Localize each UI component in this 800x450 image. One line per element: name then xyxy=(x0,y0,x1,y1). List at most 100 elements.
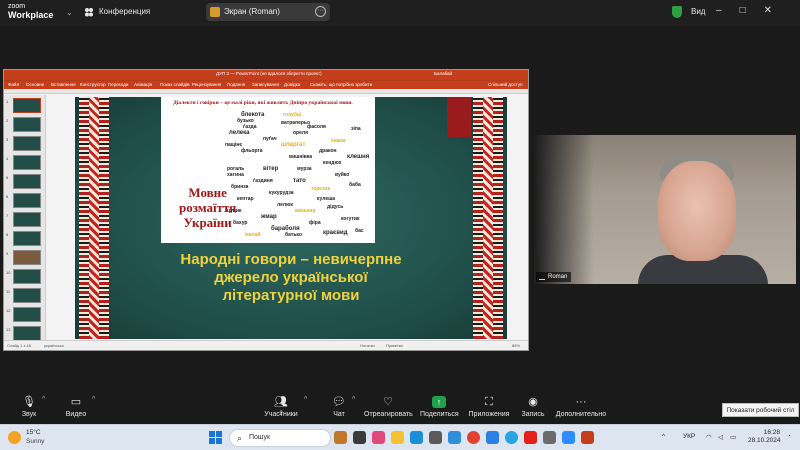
slide-thumbnail[interactable] xyxy=(13,250,41,265)
keyboard-language[interactable]: УКР xyxy=(683,433,695,440)
wifi-icon[interactable]: ◠ xyxy=(706,433,712,441)
system-clock[interactable]: 16:28 28.10.2024 xyxy=(748,429,781,445)
ppt-menu-item[interactable]: Переходи xyxy=(108,82,128,87)
chevron-down-icon[interactable]: ⌄ xyxy=(66,8,73,17)
zoom-taskbar-icon[interactable] xyxy=(562,431,575,444)
word-cloud-word: тато xyxy=(293,178,306,184)
colorful-app-icon[interactable] xyxy=(334,431,347,444)
video-button[interactable]: ▭ Видео xyxy=(63,396,89,418)
notification-bell-icon[interactable]: ◔ xyxy=(787,433,791,440)
sun-icon[interactable] xyxy=(8,431,21,444)
more-button[interactable]: ··· Дополнительно xyxy=(555,396,607,418)
chat-options-caret[interactable]: ^ xyxy=(352,396,355,403)
view-button[interactable]: Вид xyxy=(691,7,705,16)
participants-options-caret[interactable]: ^ xyxy=(304,396,307,403)
ppt-menu-item[interactable]: Показ слайдів xyxy=(160,82,189,87)
store-icon[interactable] xyxy=(429,431,442,444)
word-cloud-word: лелека xyxy=(229,130,250,136)
record-button[interactable]: ◉ Запись xyxy=(520,396,546,418)
ppt-menu-item[interactable]: Файл xyxy=(8,82,19,87)
youtube-icon[interactable] xyxy=(524,431,537,444)
slide-title-line1: Народні говори – невичерпне xyxy=(180,251,402,268)
participant-face xyxy=(658,161,736,261)
share-button[interactable]: ↑ Поделиться xyxy=(420,396,459,418)
telegram-icon[interactable] xyxy=(505,431,518,444)
word-cloud-word: ґаздиня xyxy=(253,178,273,184)
copilot-icon[interactable] xyxy=(372,431,385,444)
react-button[interactable]: ♡ Отреагировать xyxy=(364,396,413,418)
ppt-menu-item[interactable]: Вставлення xyxy=(51,82,76,87)
ppt-menu-item[interactable]: Рецензування xyxy=(192,82,221,87)
mail-icon[interactable] xyxy=(448,431,461,444)
audio-button[interactable]: 🎙︎ Звук xyxy=(18,396,40,418)
task-view-icon[interactable] xyxy=(353,431,366,444)
status-notes[interactable]: Нотатки xyxy=(360,343,375,348)
chat-button[interactable]: 💬︎ Чат xyxy=(330,396,348,418)
slide-thumbnail[interactable] xyxy=(13,117,41,132)
ppt-menu-item[interactable]: Довідка xyxy=(284,82,300,87)
slide-thumbnail[interactable] xyxy=(13,174,41,189)
audio-label: Звук xyxy=(21,411,37,418)
slide-thumbnail[interactable] xyxy=(13,231,41,246)
thumbnail-number: 1 xyxy=(6,99,9,104)
battery-icon[interactable]: ▭ xyxy=(730,433,736,441)
weather-temperature[interactable]: 15°C xyxy=(26,429,41,436)
participants-button[interactable]: 👥︎2 Участники xyxy=(262,396,300,418)
slide-thumbnail[interactable] xyxy=(13,136,41,151)
powerpoint-taskbar-icon[interactable] xyxy=(581,431,594,444)
word-cloud-word: дідусь xyxy=(327,204,344,210)
security-shield-icon[interactable] xyxy=(672,6,682,18)
participant-video[interactable]: Roman xyxy=(534,135,796,284)
video-options-caret[interactable]: ^ xyxy=(92,396,95,403)
participants-icon: 👥︎2 xyxy=(274,396,288,417)
chrome-icon[interactable] xyxy=(467,431,480,444)
word-cloud-word: шпаргат xyxy=(281,142,306,148)
window-controls[interactable]: –□✕ xyxy=(716,5,790,16)
audio-options-caret[interactable]: ^ xyxy=(42,396,45,403)
ppt-menu-item[interactable]: Конструктор xyxy=(80,82,106,87)
messenger-icon[interactable] xyxy=(486,431,499,444)
slide-thumbnail[interactable] xyxy=(13,155,41,170)
volume-icon[interactable]: ◁ xyxy=(718,433,723,441)
apps-button[interactable]: ⛶ Приложения xyxy=(467,396,511,418)
word-cloud-word: голубці xyxy=(283,112,302,118)
search-placeholder: Пошук xyxy=(249,434,271,441)
apps-icon: ⛶ xyxy=(485,396,493,408)
screen-share-indicator[interactable]: Экран (Roman) ··· xyxy=(206,3,330,21)
ppt-share-button[interactable]: Спільний доступ xyxy=(488,82,523,87)
screen-share-icon xyxy=(210,7,220,17)
audio-level-icon xyxy=(539,274,545,280)
ppt-tell-me[interactable]: Скажіть, що потрібно зробити xyxy=(310,82,372,87)
slide-thumbnail[interactable] xyxy=(13,212,41,227)
slide-thumbnail[interactable] xyxy=(13,193,41,208)
edge-browser-icon[interactable] xyxy=(410,431,423,444)
ppt-menu-item[interactable]: Подання xyxy=(227,82,245,87)
thumbnail-number: 10 xyxy=(6,270,11,275)
slide-thumbnail[interactable] xyxy=(13,288,41,303)
weather-description[interactable]: Sunny xyxy=(26,438,44,445)
ppt-menu-item[interactable]: Записування xyxy=(252,82,279,87)
taskbar-search[interactable]: ⌕ Пошук xyxy=(229,429,331,447)
status-zoom[interactable]: 86% xyxy=(512,343,520,348)
file-explorer-icon[interactable] xyxy=(391,431,404,444)
windows-start-icon[interactable] xyxy=(209,431,222,444)
more-options-icon[interactable]: ··· xyxy=(315,6,326,17)
slide-thumbnail[interactable] xyxy=(13,98,41,113)
slide-thumbnail[interactable] xyxy=(13,326,41,341)
word-cloud-word: батько xyxy=(285,232,302,238)
slide-thumbnail[interactable] xyxy=(13,307,41,322)
video-shadow xyxy=(534,135,594,284)
slide-title-line3: літературної мови xyxy=(222,287,360,304)
slide-thumbnails[interactable]: 1 2 3 4 5 6 7 8 9 10 11 12 13 xyxy=(4,95,46,341)
conference-label[interactable]: Конференция xyxy=(99,7,150,16)
slide-thumbnail[interactable] xyxy=(13,269,41,284)
word-cloud-word: жмар xyxy=(261,214,277,220)
meeting-toolbar: 🎙︎ Звук ^ ▭ Видео ^ 👥︎2 Участники ^ 💬︎ Ч… xyxy=(0,394,800,424)
tray-chevron-icon[interactable]: ^ xyxy=(662,433,665,440)
slide-quote: Діалекти і говірки – це малі ріки, які ж… xyxy=(173,100,353,106)
app-icon[interactable] xyxy=(543,431,556,444)
ppt-menu-item[interactable]: Анімація xyxy=(134,82,152,87)
word-cloud-word: кулеша xyxy=(317,196,336,202)
status-comments[interactable]: Примітки xyxy=(386,343,403,348)
ppt-menu-item[interactable]: Основне xyxy=(26,82,44,87)
